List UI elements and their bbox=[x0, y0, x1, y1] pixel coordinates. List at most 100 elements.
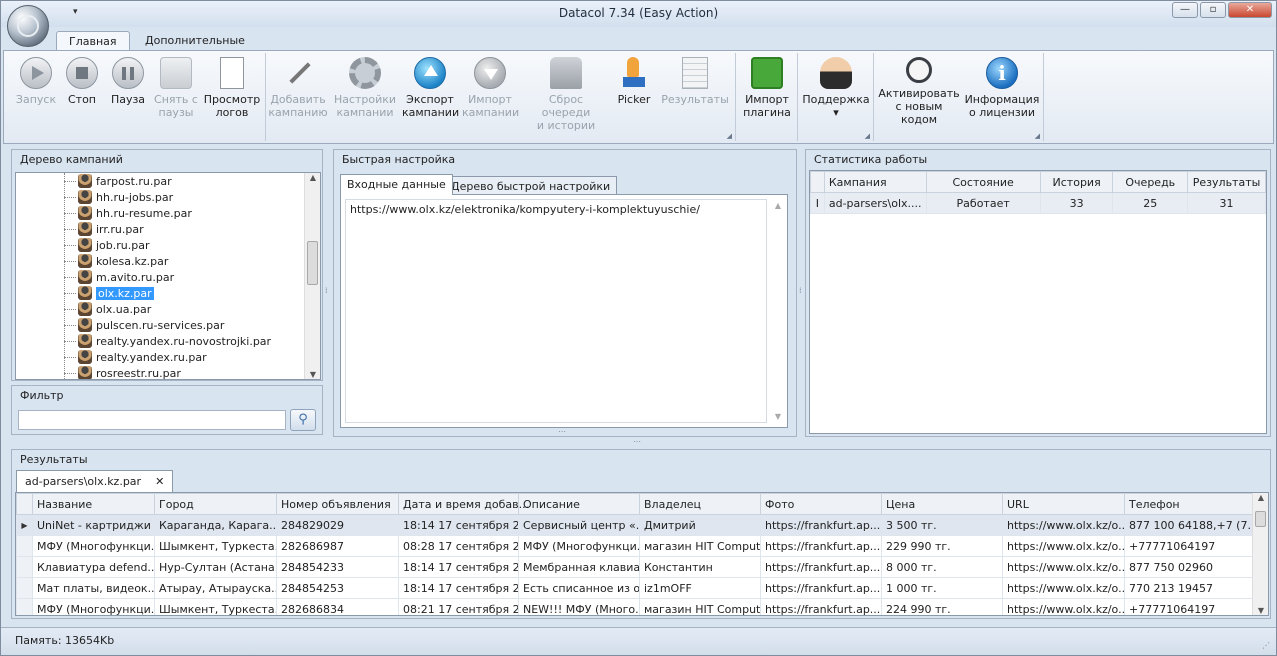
col-campaign[interactable]: Кампания bbox=[823, 171, 927, 193]
license-group-launcher-icon[interactable]: ◢ bbox=[1035, 132, 1040, 140]
import-campaign-button[interactable]: Импорт кампании bbox=[462, 55, 519, 119]
results-scroll-up-icon[interactable]: ▲ bbox=[1253, 493, 1268, 502]
support-button[interactable]: Поддержка ▾ bbox=[802, 55, 870, 119]
table-cell: iz1mOFF bbox=[639, 577, 761, 599]
table-row[interactable]: МФУ (Многофункци... Шымкент, Туркеста... 2… bbox=[16, 598, 1253, 615]
minimize-button[interactable]: — bbox=[1172, 2, 1198, 18]
splitter-left[interactable]: ⁞ bbox=[325, 286, 328, 295]
table-row[interactable]: МФУ (Многофункци... Шымкент, Туркеста... 2… bbox=[16, 535, 1253, 557]
splitter-right[interactable]: ⁞ bbox=[799, 286, 802, 295]
results-col-header[interactable]: Владелец bbox=[639, 493, 761, 515]
resume-button[interactable]: Снять с паузы bbox=[150, 55, 202, 119]
activate-license-button[interactable]: Активировать с новым кодом bbox=[878, 55, 960, 126]
app-menu-orb-icon[interactable] bbox=[7, 5, 49, 47]
add-campaign-button[interactable]: Добавить кампанию bbox=[266, 55, 330, 119]
table-cell: магазин HIT Computers bbox=[639, 535, 761, 557]
input-data-box: https://www.olx.kz/elektronika/kompyuter… bbox=[340, 194, 788, 428]
tab-quick-tree[interactable]: Дерево быстрой настройки bbox=[444, 176, 618, 194]
results-col-header[interactable]: Фото bbox=[760, 493, 882, 515]
maximize-button[interactable]: ▫ bbox=[1200, 2, 1226, 18]
tree-item[interactable]: hh.ru-resume.par bbox=[78, 205, 192, 221]
license-info-button[interactable]: i Информация о лицензии bbox=[964, 55, 1040, 119]
table-cell: 18:14 17 сентября 2... bbox=[398, 514, 519, 536]
tab-input-data[interactable]: Входные данные bbox=[340, 174, 453, 195]
results-col-header[interactable]: Номер объявления bbox=[276, 493, 399, 515]
picker-button[interactable]: Picker bbox=[612, 55, 656, 106]
tree-item[interactable]: kolesa.kz.par bbox=[78, 253, 168, 269]
results-scroll-down-icon[interactable]: ▼ bbox=[1253, 606, 1268, 615]
close-button[interactable]: ✕ bbox=[1228, 2, 1272, 18]
filter-input[interactable] bbox=[18, 410, 286, 430]
table-cell: 1 000 тг. bbox=[881, 577, 1003, 599]
pause-button[interactable]: Пауза bbox=[106, 55, 150, 106]
results-col-header[interactable]: Дата и время добав... bbox=[398, 493, 529, 515]
results-scrollbar[interactable]: ▲ ▼ bbox=[1252, 493, 1268, 615]
scroll-down-icon[interactable]: ▼ bbox=[305, 370, 320, 379]
tree-item[interactable]: hh.ru-jobs.par bbox=[78, 189, 173, 205]
tree-scrollbar[interactable]: ▲ ▼ bbox=[304, 173, 320, 379]
campaign-settings-button[interactable]: Настройки кампании bbox=[332, 55, 398, 119]
table-row[interactable]: ▶ UniNet - картриджи ... Караганда, Карага… bbox=[16, 514, 1253, 536]
splitter-quick-bottom[interactable]: ⋯ bbox=[558, 427, 566, 436]
gear-icon bbox=[349, 57, 381, 89]
col-queue[interactable]: Очередь bbox=[1112, 171, 1189, 193]
table-cell: https://frankfurt.ap... bbox=[760, 514, 882, 536]
results-col-header[interactable]: Цена bbox=[881, 493, 1003, 515]
campaign-group-launcher-icon[interactable]: ◢ bbox=[727, 132, 732, 140]
campaign-file-icon bbox=[78, 174, 92, 188]
tab-additional[interactable]: Дополнительные bbox=[133, 31, 257, 51]
status-bar: Память: 13654Kb ⋰ bbox=[1, 627, 1276, 655]
search-icon[interactable]: ⚲ bbox=[290, 409, 316, 431]
export-campaign-button[interactable]: Экспорт кампании bbox=[402, 55, 459, 119]
results-col-header[interactable]: URL bbox=[1002, 493, 1125, 515]
reset-queue-button[interactable]: Сброс очереди и истории bbox=[524, 55, 608, 132]
input-data-textarea[interactable]: https://www.olx.kz/elektronika/kompyuter… bbox=[345, 199, 767, 423]
tree-item[interactable]: irr.ru.par bbox=[78, 221, 144, 237]
tree-scroll-thumb[interactable] bbox=[307, 241, 318, 285]
col-history[interactable]: История bbox=[1039, 171, 1114, 193]
results-doc-tab[interactable]: ad-parsers\olx.kz.par ✕ bbox=[16, 470, 174, 492]
resize-grip-icon[interactable]: ⋰ bbox=[1262, 641, 1270, 650]
tab-main[interactable]: Главная bbox=[56, 31, 130, 51]
tree-item[interactable]: olx.kz.par bbox=[78, 285, 154, 301]
tree-item[interactable]: realty.yandex.ru-novostrojki.par bbox=[78, 333, 271, 349]
col-results[interactable]: Результаты bbox=[1187, 171, 1266, 193]
close-icon[interactable]: ✕ bbox=[155, 475, 164, 488]
table-cell: NEW!!! МФУ (Много... bbox=[518, 598, 640, 615]
support-group-launcher-icon[interactable]: ◢ bbox=[865, 132, 870, 140]
results-col-header[interactable]: Описание bbox=[518, 493, 640, 515]
scroll-up-icon[interactable]: ▲ bbox=[305, 173, 320, 182]
tree-item[interactable]: olx.ua.par bbox=[78, 301, 151, 317]
campaign-file-icon bbox=[78, 350, 92, 364]
textarea-scroll-up-icon: ▲ bbox=[774, 201, 781, 210]
results-col-header[interactable]: Город bbox=[154, 493, 277, 515]
stop-button[interactable]: Стоп bbox=[60, 55, 104, 106]
results-scroll-thumb[interactable] bbox=[1255, 511, 1266, 527]
results-col-header[interactable]: Телефон bbox=[1124, 493, 1253, 515]
quick-access-dropdown-icon[interactable]: ▾ bbox=[73, 7, 78, 17]
import-plugin-button[interactable]: Импорт плагина bbox=[740, 55, 794, 119]
view-logs-button[interactable]: Просмотр логов bbox=[202, 55, 262, 119]
tree-item[interactable]: pulscen.ru-services.par bbox=[78, 317, 224, 333]
col-state[interactable]: Состояние bbox=[925, 171, 1041, 193]
table-cell: https://www.olx.kz/o... bbox=[1002, 535, 1125, 557]
tree-item[interactable]: job.ru.par bbox=[78, 237, 150, 253]
tree-item-label: hh.ru-resume.par bbox=[96, 206, 192, 220]
tree-item[interactable]: realty.yandex.ru.par bbox=[78, 349, 207, 365]
tree-item-label: kolesa.kz.par bbox=[96, 254, 169, 268]
start-button[interactable]: Запуск bbox=[12, 55, 60, 106]
stats-row[interactable]: I ad-parsers\olx.... Работает 33 25 31 bbox=[810, 192, 1266, 214]
table-cell: Клавиатура defend... bbox=[32, 556, 155, 578]
tree-item[interactable]: m.avito.ru.par bbox=[78, 269, 174, 285]
results-col-header[interactable]: Название bbox=[32, 493, 155, 515]
tree-item[interactable]: rosreestr.ru.par bbox=[78, 365, 181, 379]
results-button[interactable]: Результаты bbox=[658, 55, 732, 106]
campaign-tree[interactable]: farpost.ru.par hh.ru-jobs.par hh.ru-resume… bbox=[15, 172, 321, 380]
table-row[interactable]: Клавиатура defend... Нур-Султан (Астана..… bbox=[16, 556, 1253, 578]
ribbon: Запуск Стоп Пауза Снять с паузы Просмотр… bbox=[3, 50, 1274, 144]
row-header bbox=[16, 535, 33, 557]
row-marker: I bbox=[810, 192, 825, 214]
tree-item[interactable]: farpost.ru.par bbox=[78, 173, 172, 189]
table-row[interactable]: Мат платы, видеок... Атырау, Атырауска...… bbox=[16, 577, 1253, 599]
splitter-horizontal[interactable]: ⋯ bbox=[633, 437, 641, 446]
